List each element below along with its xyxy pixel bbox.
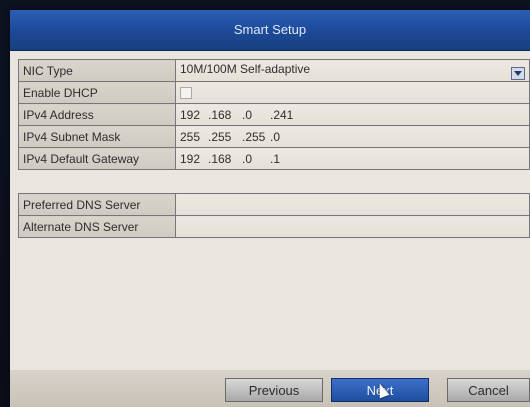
subnet-mask-octet-1[interactable]: 255 bbox=[180, 130, 208, 144]
ipv4-address-row: IPv4 Address 192.168.0.241 bbox=[18, 103, 530, 126]
dialog-footer: Previous Next Cancel bbox=[10, 370, 530, 407]
ipv4-subnet-mask-row: IPv4 Subnet Mask 255.255.255.0 bbox=[18, 125, 530, 148]
smart-setup-dialog: Smart Setup NIC Type 10M/100M Self-adapt… bbox=[10, 10, 530, 407]
ipv4-address-input[interactable]: 192.168.0.241 bbox=[175, 103, 530, 126]
alternate-dns-row: Alternate DNS Server bbox=[18, 215, 530, 238]
preferred-dns-label: Preferred DNS Server bbox=[18, 193, 176, 216]
alternate-dns-input[interactable] bbox=[175, 215, 530, 238]
screen: Smart Setup NIC Type 10M/100M Self-adapt… bbox=[0, 0, 530, 407]
ipv4-address-label: IPv4 Address bbox=[18, 103, 176, 126]
nic-type-select[interactable]: 10M/100M Self-adaptive bbox=[175, 59, 530, 82]
enable-dhcp-checkbox[interactable] bbox=[180, 87, 192, 100]
subnet-mask-octet-4[interactable]: .0 bbox=[270, 130, 298, 144]
nic-type-value: 10M/100M Self-adaptive bbox=[180, 61, 311, 76]
dialog-title: Smart Setup bbox=[10, 10, 530, 51]
gateway-octet-2[interactable]: .168 bbox=[208, 152, 242, 166]
preferred-dns-row: Preferred DNS Server bbox=[18, 193, 530, 216]
alternate-dns-label: Alternate DNS Server bbox=[18, 215, 176, 238]
nic-type-label: NIC Type bbox=[18, 59, 176, 82]
chevron-down-icon[interactable] bbox=[511, 66, 525, 80]
previous-button[interactable]: Previous bbox=[225, 378, 323, 402]
preferred-dns-input[interactable] bbox=[175, 193, 530, 216]
nic-type-row: NIC Type 10M/100M Self-adaptive bbox=[18, 59, 530, 82]
gateway-octet-4[interactable]: .1 bbox=[270, 152, 298, 166]
dns-settings-table: Preferred DNS Server Alternate DNS Serve… bbox=[18, 193, 530, 238]
subnet-mask-octet-2[interactable]: .255 bbox=[208, 130, 242, 144]
ipv4-address-octet-4[interactable]: .241 bbox=[270, 108, 298, 122]
ipv4-subnet-mask-input[interactable]: 255.255.255.0 bbox=[175, 125, 530, 148]
subnet-mask-octet-3[interactable]: .255 bbox=[242, 130, 270, 144]
gateway-octet-3[interactable]: .0 bbox=[242, 152, 270, 166]
enable-dhcp-row: Enable DHCP bbox=[18, 81, 530, 104]
ipv4-address-octet-3[interactable]: .0 bbox=[242, 108, 270, 122]
ipv4-default-gateway-row: IPv4 Default Gateway 192.168.0.1 bbox=[18, 147, 530, 170]
ipv4-address-octet-1[interactable]: 192 bbox=[180, 108, 208, 122]
cancel-button[interactable]: Cancel bbox=[447, 378, 530, 402]
network-settings-table: NIC Type 10M/100M Self-adaptive Enable D… bbox=[18, 59, 530, 170]
enable-dhcp-label: Enable DHCP bbox=[18, 81, 176, 104]
ipv4-default-gateway-label: IPv4 Default Gateway bbox=[18, 147, 176, 170]
ipv4-address-octet-2[interactable]: .168 bbox=[208, 108, 242, 122]
ipv4-subnet-mask-label: IPv4 Subnet Mask bbox=[18, 125, 176, 148]
ipv4-default-gateway-input[interactable]: 192.168.0.1 bbox=[175, 147, 530, 170]
gateway-octet-1[interactable]: 192 bbox=[180, 152, 208, 166]
